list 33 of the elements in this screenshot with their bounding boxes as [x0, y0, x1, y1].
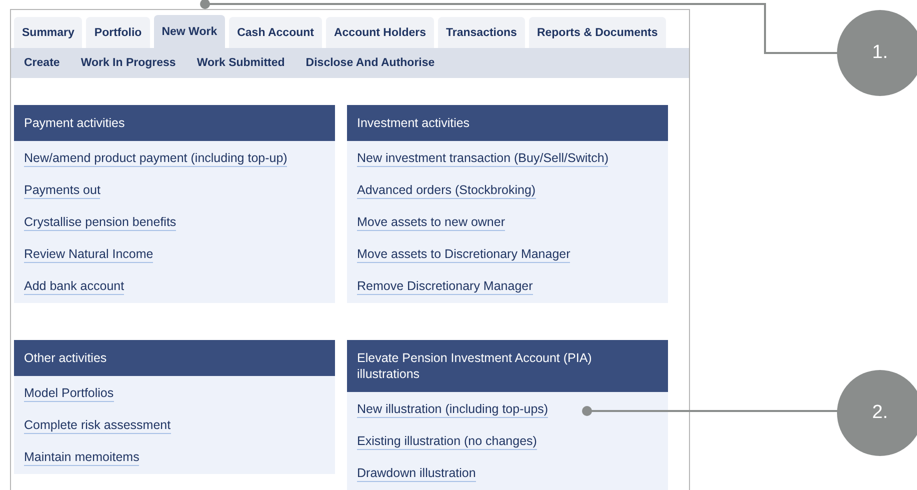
activity-link[interactable]: Drawdown illustration — [357, 465, 476, 482]
tab[interactable]: Reports & Documents — [528, 17, 666, 48]
activity-link[interactable]: Move assets to new owner — [357, 214, 505, 231]
activity-link[interactable]: Move assets to Discretionary Manager — [357, 246, 570, 263]
tab[interactable]: Account Holders — [326, 17, 434, 48]
tab[interactable]: Portfolio — [86, 17, 150, 48]
callout-badge: 1. — [837, 10, 917, 96]
activity-link[interactable]: Crystallise pension benefits — [24, 214, 176, 231]
subnav-item[interactable]: Create — [24, 57, 60, 69]
panel-title: Other activities — [14, 340, 335, 376]
subnav-item[interactable]: Work In Progress — [80, 57, 176, 69]
panel-title: Payment activities — [14, 105, 335, 141]
activity-link[interactable]: Existing illustration (no changes) — [357, 433, 537, 450]
subnav-item[interactable]: Disclose And Authorise — [306, 57, 435, 69]
activity-link[interactable]: New investment transaction (Buy/Sell/Switch) — [357, 150, 608, 167]
activity-link[interactable]: Complete risk assessment — [24, 417, 171, 434]
activity-link[interactable]: Add bank account — [24, 278, 124, 295]
subnav-item[interactable]: Work Submitted — [196, 57, 285, 69]
tab[interactable]: Summary — [14, 17, 82, 48]
activity-link[interactable]: Model Portfolios — [24, 385, 114, 402]
activity-link[interactable]: New illustration (including top-ups) — [357, 401, 548, 418]
panel-title: Elevate Pension Investment Account (PIA) illustrations — [347, 340, 668, 392]
activity-link[interactable]: Maintain memoitems — [24, 449, 140, 466]
panel-title: Investment activities — [347, 105, 668, 141]
tab[interactable]: Cash Account — [229, 17, 322, 48]
tab[interactable]: Transactions — [438, 17, 525, 48]
callout-badge: 2. — [837, 370, 917, 456]
tab[interactable]: New Work — [154, 15, 226, 48]
activity-link[interactable]: New/amend product payment (including top-up) — [24, 150, 288, 167]
activity-link[interactable]: Payments out — [24, 182, 100, 199]
activity-link[interactable]: Review Natural Income — [24, 246, 154, 263]
activity-link[interactable]: Remove Discretionary Manager — [357, 278, 533, 295]
activity-link[interactable]: Advanced orders (Stockbroking) — [357, 182, 536, 199]
